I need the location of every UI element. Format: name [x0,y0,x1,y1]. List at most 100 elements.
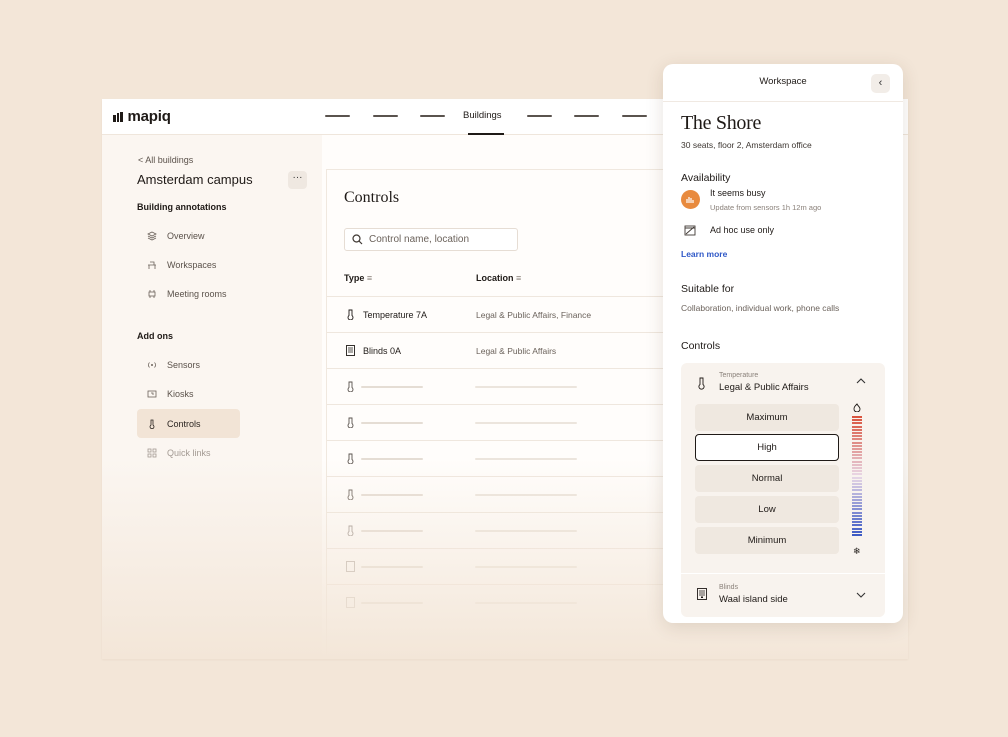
nav-item-placeholder[interactable] [527,115,552,117]
table-row[interactable]: Blinds 0A Legal & Public Affairs [327,332,687,368]
scale-tick [852,479,862,482]
blinds-icon [697,588,707,600]
column-header-label: Type [344,273,365,283]
scale-tick [852,463,862,466]
scale-tick [852,438,862,441]
sidebar-item-workspaces[interactable]: Workspaces [137,250,240,279]
nav-item-placeholder[interactable] [373,115,398,117]
temperature-type-label: Temperature [719,372,759,379]
heat-icon [853,403,861,412]
temperature-level-normal[interactable]: Normal [695,465,839,492]
skeleton-line [361,385,423,388]
scale-tick [852,454,862,457]
nav-item-placeholder[interactable] [574,115,599,117]
meeting-room-icon [148,289,156,298]
table-row-skeleton [327,368,687,404]
column-header-type[interactable]: Type ≡ [344,273,372,283]
page-title: Controls [344,189,400,206]
temperature-scale [852,416,862,537]
calendar-off-icon [684,225,696,236]
all-buildings-link[interactable]: < All buildings [138,155,193,165]
temperature-level-minimum[interactable]: Minimum [695,527,839,554]
sidebar-item-sensors[interactable]: Sensors [137,350,240,379]
skeleton-line [361,457,423,460]
panel-title: Workspace [759,76,807,87]
scale-tick [852,521,862,524]
sidebar-item-overview[interactable]: Overview [137,221,240,250]
nav-item-buildings[interactable]: Buildings [463,110,502,121]
table-row-skeleton [327,404,687,440]
blinds-icon [346,597,355,608]
more-options-button[interactable]: ··· [288,171,307,189]
layers-icon [147,231,157,240]
sidebar-item-meeting-rooms[interactable]: Meeting rooms [137,279,240,308]
sidebar-item-label: Quick links [167,447,211,458]
section-building-annotations: Building annotations [137,202,227,212]
skeleton-line [475,601,577,604]
controls-heading: Controls [681,340,721,352]
scale-tick [852,416,862,418]
scale-tick [852,419,862,422]
temperature-level-maximum[interactable]: Maximum [695,404,839,431]
campus-title: Amsterdam campus [137,172,253,187]
nav-item-placeholder[interactable] [420,115,445,117]
table-row-skeleton [327,476,687,512]
workspace-meta: 30 seats, floor 2, Amsterdam office [681,140,812,150]
scale-tick [852,530,862,533]
scale-tick [852,502,862,505]
availability-heading: Availability [681,172,731,184]
sort-icon: ≡ [366,273,373,283]
scale-tick [852,492,862,495]
table-row[interactable]: Temperature 7A Legal & Public Affairs, F… [327,296,687,332]
sidebar-item-quick-links[interactable]: Quick links [137,438,240,467]
back-button[interactable]: ‹ [871,74,890,93]
scale-tick [852,495,862,498]
nav-item-placeholder[interactable] [325,115,350,117]
temperature-location-label: Legal & Public Affairs [719,382,809,393]
blinds-type-label: Blinds [719,584,739,591]
learn-more-link[interactable]: Learn more [681,249,727,259]
sidebar-item-controls[interactable]: Controls [137,409,240,438]
chevron-up-icon[interactable] [856,377,866,388]
skeleton-line [475,421,577,424]
sort-icon: ≡ [516,273,522,283]
busy-status-icon [681,190,700,209]
controls-card: Temperature Legal & Public Affairs Maxim… [681,363,885,617]
scale-tick [852,435,862,438]
skeleton-line [361,493,423,496]
sidebar-item-label: Workspaces [167,259,217,270]
table-row-skeleton [327,548,687,584]
temperature-level-high[interactable]: High [695,434,839,461]
desk-icon [148,261,156,269]
scale-tick [852,444,862,447]
scale-tick [852,441,862,444]
sidebar-item-label: Controls [167,418,201,429]
ad-hoc-label: Ad hoc use only [710,225,775,235]
scale-tick [852,451,862,454]
sidebar-item-label: Kiosks [167,388,194,399]
nav-item-placeholder[interactable] [622,115,647,117]
busy-status-title: It seems busy [710,188,766,198]
blinds-icon [346,345,355,356]
search-placeholder: Control name, location [369,234,470,245]
row-location: Legal & Public Affairs [476,345,557,356]
scale-tick [852,467,862,469]
scale-tick [852,476,862,479]
column-header-location[interactable]: Location ≡ [476,273,521,283]
mapiq-logo[interactable]: mapiq [113,108,171,125]
search-input[interactable]: Control name, location [344,228,518,251]
snowflake-icon: ❄ [853,546,861,556]
chevron-down-icon[interactable] [856,591,866,602]
scale-tick [852,527,862,530]
scale-tick [852,486,862,489]
scale-tick [852,482,862,485]
table-row-skeleton [327,512,687,548]
scale-tick [852,470,862,473]
table-row-skeleton [327,584,687,620]
temperature-level-low[interactable]: Low [695,496,839,523]
panel-header: Workspace ‹ [663,64,903,102]
skeleton-line [475,565,577,568]
sidebar-item-kiosks[interactable]: Kiosks [137,379,240,408]
row-type: Temperature 7A [346,309,427,320]
thermometer-icon [347,381,354,392]
